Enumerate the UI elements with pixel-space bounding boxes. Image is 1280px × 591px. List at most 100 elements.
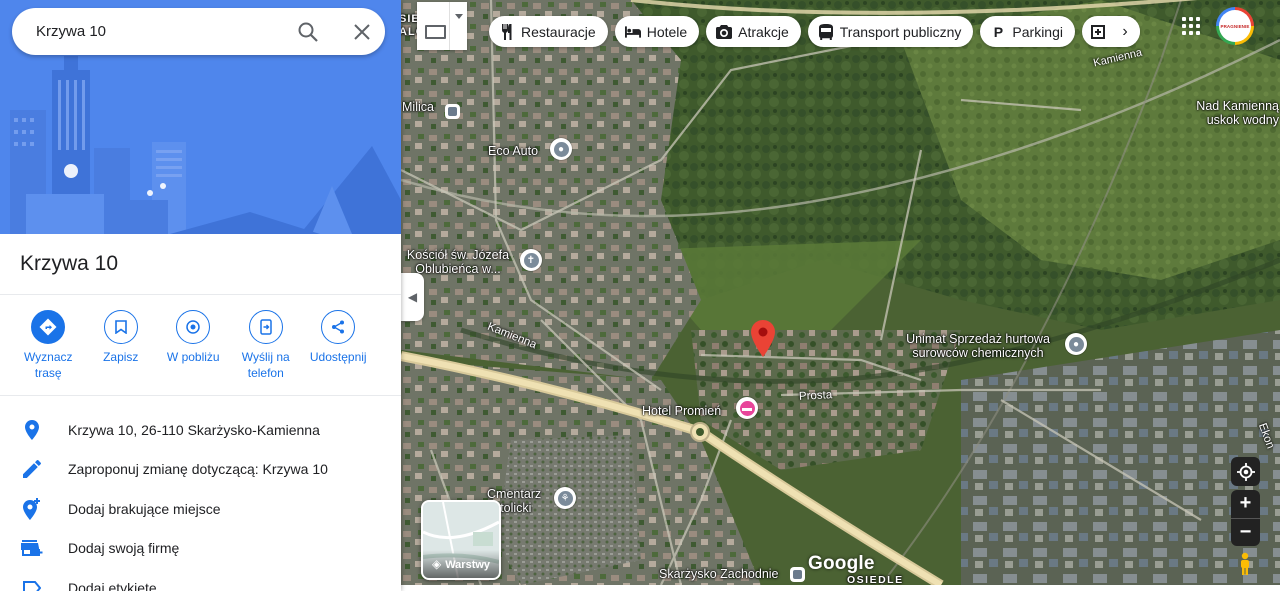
address-text: Krzywa 10, 26-110 Skarżysko-Kamienna: [68, 421, 320, 438]
place-hero-illustration: Krzywa 10: [0, 0, 401, 234]
place-details-list: Krzywa 10, 26-110 Skarżysko-Kamienna Zap…: [0, 410, 401, 591]
add-business-icon: [20, 536, 44, 560]
chip-attractions[interactable]: Atrakcje: [706, 16, 801, 47]
chip-hotels[interactable]: Hotele: [614, 16, 700, 47]
search-icon[interactable]: [296, 20, 320, 44]
label-icon: [20, 576, 44, 591]
category-chips: Restauracje Hotele Atrakcje Transport pu…: [489, 16, 1140, 47]
bookmark-icon: [103, 310, 138, 344]
add-business-row[interactable]: Dodaj swoją firmę: [0, 529, 401, 569]
label-cmentarz-line1: Cmentarz: [487, 487, 542, 501]
layers-label: ◈ Warstwy: [423, 550, 499, 578]
google-apps-icon[interactable]: [1182, 17, 1200, 35]
chip-parking[interactable]: P Parkingi: [980, 16, 1075, 47]
nearby-label: W pobliżu: [166, 350, 220, 364]
pegman-icon[interactable]: [1235, 552, 1255, 576]
pharmacy-icon: [1090, 24, 1106, 40]
chip-restaurants[interactable]: Restauracje: [489, 16, 608, 47]
parking-icon: P: [993, 23, 1004, 40]
layers-icon: ◈: [431, 557, 442, 571]
label-kosciol-line1: Kościół św. Józefa: [406, 248, 510, 262]
suggest-edit-row[interactable]: Zaproponuj zmianę dotyczącą: Krzywa 10: [0, 450, 401, 490]
share-icon: [321, 310, 356, 344]
add-business-text: Dodaj swoją firmę: [68, 540, 180, 557]
layers-button[interactable]: ◈ Warstwy: [421, 500, 501, 580]
divider: [0, 395, 401, 396]
search-box[interactable]: Krzywa 10: [12, 8, 385, 55]
label-unimat: Unimat Sprzedaż hurtowa surowców chemicz…: [895, 332, 1061, 360]
account-avatar[interactable]: PRAGNIENIE: [1216, 7, 1254, 45]
zoom-out-button[interactable]: −: [1231, 519, 1260, 547]
label-hotel-promien: Hotel Promień: [642, 404, 722, 418]
chevron-down-icon: [454, 13, 463, 19]
suggest-edit-text: Zaproponuj zmianę dotyczącą: Krzywa 10: [68, 461, 328, 478]
add-missing-place-row[interactable]: Dodaj brakujące miejsce: [0, 489, 401, 529]
transit-icon: [818, 23, 834, 40]
share-button[interactable]: Udostępnij: [302, 310, 375, 381]
church-icon[interactable]: ✝: [520, 249, 542, 271]
chip-public-transport-label: Transport publiczny: [839, 23, 962, 40]
location-pin-icon: [20, 418, 44, 442]
label-unimat-line2: surowców chemicznych: [912, 346, 1044, 360]
address-row[interactable]: Krzywa 10, 26-110 Skarżysko-Kamienna: [0, 410, 401, 450]
save-label: Zapisz: [103, 350, 139, 364]
label-unimat-line1: Unimat Sprzedaż hurtowa: [906, 332, 1050, 346]
nearby-button[interactable]: W pobliżu: [157, 310, 230, 381]
map-canvas[interactable]: Milica SIEDL ALO Eco Auto ● Kościół św. …: [401, 0, 1280, 585]
restaurant-icon: [499, 23, 515, 40]
save-button[interactable]: Zapisz: [85, 310, 158, 381]
add-place-icon: [20, 497, 44, 521]
chevron-right-icon[interactable]: ›: [1110, 16, 1140, 47]
directions-button[interactable]: Wyznacz trasę: [12, 310, 85, 381]
label-milica: Milica: [402, 100, 434, 114]
send-to-phone-icon: [248, 310, 283, 344]
chip-public-transport[interactable]: Transport publiczny: [807, 16, 974, 47]
account-avatar-text: PRAGNIENIE: [1219, 10, 1251, 42]
add-missing-place-text: Dodaj brakujące miejsce: [68, 500, 221, 517]
collapse-panel-button[interactable]: ◀: [401, 273, 424, 321]
place-actions: Wyznacz trasę Zapisz W pobliżu Wyślij na…: [12, 310, 375, 381]
share-label: Udostępnij: [309, 350, 367, 364]
chip-restaurants-label: Restauracje: [521, 23, 596, 40]
chip-attractions-label: Atrakcje: [738, 23, 789, 40]
label-skarzysko-zachodnie: Skarżysko Zachodnie: [659, 567, 779, 581]
label-nad-kamienna-line2: uskok wodny: [1206, 113, 1279, 127]
label-prosta: Prosta: [798, 389, 833, 403]
directions-label: Wyznacz trasę: [23, 350, 73, 380]
zoom-controls: + −: [1231, 490, 1260, 546]
hotel-icon[interactable]: ▬: [736, 397, 758, 419]
add-label-row[interactable]: Dodaj etykietę: [0, 568, 401, 591]
poi-marker-unimat[interactable]: ●: [1065, 333, 1087, 355]
close-icon[interactable]: [350, 20, 374, 44]
keyboard-icon: [425, 25, 446, 39]
label-nad-kamienna-line1: Nad Kamienną: [1196, 99, 1279, 113]
train-station-icon[interactable]: [790, 567, 805, 582]
nearby-icon: [176, 310, 211, 344]
label-nad-kamienna: Nad Kamienną uskok wodny: [1179, 99, 1279, 127]
directions-icon: [31, 310, 66, 344]
send-to-phone-button[interactable]: Wyślij na telefon: [230, 310, 303, 381]
my-location-button[interactable]: [1231, 457, 1260, 486]
location-pin-marker-icon[interactable]: [751, 320, 775, 357]
add-label-text: Dodaj etykietę: [68, 579, 157, 591]
divider: [0, 294, 401, 295]
pencil-icon: [20, 457, 44, 481]
input-tools-button[interactable]: [417, 2, 467, 50]
chip-parking-label: Parkingi: [1012, 23, 1063, 40]
chip-hotels-label: Hotele: [646, 23, 688, 40]
cemetery-icon[interactable]: ⚘: [554, 487, 576, 509]
send-to-phone-label: Wyślij na telefon: [241, 350, 290, 380]
poi-marker-eco-auto[interactable]: ●: [550, 138, 572, 160]
layers-label-text: Warstwy: [445, 559, 491, 571]
crosshair-icon: [1236, 462, 1255, 481]
chip-more[interactable]: A ›: [1082, 16, 1140, 47]
hotel-bed-icon: [624, 24, 641, 40]
chevron-left-icon: ◀: [407, 290, 418, 304]
input-tools-dropdown[interactable]: [449, 2, 467, 50]
zoom-in-button[interactable]: +: [1231, 490, 1260, 519]
label-eco-auto: Eco Auto: [488, 144, 539, 158]
google-logo: Google: [808, 553, 875, 574]
transit-stop-icon[interactable]: [445, 104, 460, 119]
place-panel: Krzywa 10 Krzywa 10 Wyznacz trasę Zapisz: [0, 0, 401, 591]
search-input[interactable]: Krzywa 10: [36, 23, 106, 40]
